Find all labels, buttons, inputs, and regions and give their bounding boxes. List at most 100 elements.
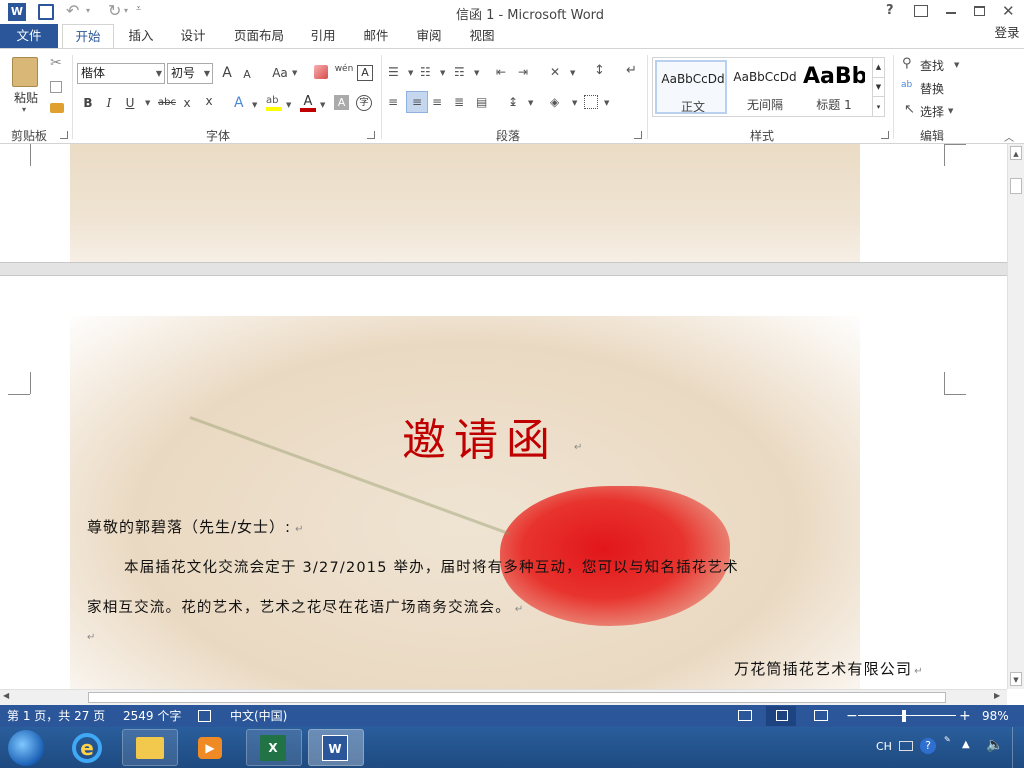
change-case-button[interactable]: Aa bbox=[268, 63, 292, 83]
tab-page-layout[interactable]: 页面布局 bbox=[226, 24, 292, 48]
highlight-icon[interactable]: ab bbox=[266, 95, 282, 111]
grow-font-button[interactable]: A bbox=[218, 63, 236, 83]
styles-scroll-up-icon[interactable]: ▲ bbox=[872, 58, 884, 77]
font-name-combo[interactable]: 楷体 ▼ bbox=[77, 63, 165, 84]
chinese-layout-icon[interactable]: ✕ bbox=[550, 65, 560, 79]
scroll-up-icon[interactable]: ▲ bbox=[1010, 146, 1022, 160]
find-icon[interactable]: ⚲ bbox=[902, 56, 912, 71]
text-effects-dropdown-icon[interactable]: ▼ bbox=[252, 101, 257, 109]
tab-references[interactable]: 引用 bbox=[302, 24, 344, 48]
shading-icon[interactable]: ◈ bbox=[550, 95, 559, 109]
tab-file[interactable]: 文件 bbox=[0, 24, 58, 48]
zoom-slider-thumb[interactable] bbox=[902, 710, 906, 722]
redo-dropdown-icon[interactable]: ▾ bbox=[124, 6, 128, 15]
read-mode-icon[interactable] bbox=[738, 710, 752, 721]
tab-view[interactable]: 视图 bbox=[461, 24, 503, 48]
underline-dropdown-icon[interactable]: ▼ bbox=[145, 99, 150, 107]
replace-icon[interactable]: ab bbox=[901, 80, 912, 90]
help-tray-icon[interactable]: ? bbox=[920, 738, 936, 754]
tray-options-icon[interactable]: ✎ bbox=[944, 735, 951, 744]
numbering-icon[interactable]: ☷ bbox=[420, 65, 431, 79]
character-shading-icon[interactable]: A bbox=[334, 95, 349, 110]
borders-icon[interactable] bbox=[584, 95, 598, 109]
copy-icon[interactable] bbox=[50, 81, 62, 93]
login-link[interactable]: 登录 bbox=[990, 21, 1024, 45]
web-layout-icon[interactable] bbox=[814, 710, 828, 721]
superscript-button[interactable]: x bbox=[202, 91, 216, 111]
subscript-button[interactable]: x bbox=[180, 93, 194, 113]
language-status[interactable]: 中文(中国) bbox=[230, 705, 287, 727]
cut-icon[interactable]: ✂ bbox=[50, 55, 62, 71]
clear-formatting-icon[interactable] bbox=[314, 65, 328, 79]
zoom-in-button[interactable]: + bbox=[959, 705, 971, 727]
format-painter-icon[interactable] bbox=[50, 103, 64, 113]
numbering-dropdown-icon[interactable]: ▼ bbox=[440, 69, 445, 77]
undo-dropdown-icon[interactable]: ▾ bbox=[86, 6, 90, 15]
tab-review[interactable]: 审阅 bbox=[408, 24, 450, 48]
show-desktop-button[interactable] bbox=[1012, 727, 1024, 768]
style-heading-1[interactable]: AaBb 标题 1 bbox=[803, 60, 865, 114]
select-dropdown-icon[interactable]: ▼ bbox=[948, 107, 953, 115]
underline-button[interactable]: U bbox=[122, 93, 138, 113]
scroll-down-icon[interactable]: ▼ bbox=[1010, 672, 1022, 686]
enclose-characters-icon[interactable]: 字 bbox=[356, 95, 372, 111]
select-button[interactable]: 选择 bbox=[920, 103, 944, 120]
line-spacing-dropdown-icon[interactable]: ▼ bbox=[528, 99, 533, 107]
font-launcher-icon[interactable] bbox=[367, 131, 375, 139]
redo-icon[interactable]: ↻ bbox=[108, 1, 121, 20]
find-dropdown-icon[interactable]: ▼ bbox=[954, 61, 959, 69]
document-area[interactable]: 邀请函 ↵ 尊敬的郭碧落（先生/女士）: ↵ 本届插花文化交流会定于 3/27/2… bbox=[0, 144, 1007, 689]
scroll-thumb[interactable] bbox=[1010, 178, 1022, 194]
paste-dropdown-icon[interactable]: ▾ bbox=[22, 105, 26, 114]
align-center-icon[interactable]: ≡ bbox=[406, 91, 428, 113]
restore-button[interactable] bbox=[974, 6, 985, 16]
show-hidden-icons[interactable]: ▲ bbox=[962, 739, 970, 750]
zoom-out-button[interactable]: − bbox=[846, 705, 858, 727]
bold-button[interactable]: B bbox=[80, 93, 96, 113]
show-marks-icon[interactable]: ↵ bbox=[626, 63, 637, 78]
styles-more-icon[interactable]: ▾ bbox=[872, 96, 884, 116]
help-button[interactable]: ? bbox=[886, 3, 894, 18]
multilevel-list-icon[interactable]: ☶ bbox=[454, 65, 465, 79]
align-right-icon[interactable]: ≡ bbox=[432, 95, 442, 109]
bullets-icon[interactable]: ☰ bbox=[388, 65, 399, 79]
scroll-left-icon[interactable]: ◀ bbox=[3, 691, 9, 700]
tab-home[interactable]: 开始 bbox=[62, 24, 114, 49]
customize-quick-access-icon[interactable]: ⩡ bbox=[136, 4, 141, 14]
multilevel-list-dropdown-icon[interactable]: ▼ bbox=[474, 69, 479, 77]
paste-icon[interactable] bbox=[12, 57, 38, 87]
chinese-layout-dropdown-icon[interactable]: ▼ bbox=[570, 69, 575, 77]
zoom-slider-track[interactable] bbox=[858, 715, 956, 716]
decrease-indent-icon[interactable]: ⇤ bbox=[496, 65, 506, 79]
shading-dropdown-icon[interactable]: ▼ bbox=[572, 99, 577, 107]
styles-launcher-icon[interactable] bbox=[881, 131, 889, 139]
italic-button[interactable]: I bbox=[101, 93, 117, 113]
tab-design[interactable]: 设计 bbox=[172, 24, 214, 48]
word-icon[interactable]: W bbox=[8, 3, 26, 21]
font-size-combo[interactable]: 初号 ▼ bbox=[167, 63, 213, 84]
align-left-icon[interactable]: ≡ bbox=[388, 95, 398, 109]
change-case-dropdown-icon[interactable]: ▼ bbox=[292, 69, 297, 77]
save-icon[interactable] bbox=[38, 4, 54, 20]
bullets-dropdown-icon[interactable]: ▼ bbox=[408, 69, 413, 77]
select-icon[interactable]: ↖ bbox=[904, 102, 915, 117]
styles-scroll-down-icon[interactable]: ▼ bbox=[872, 77, 884, 96]
zoom-level[interactable]: 98% bbox=[982, 705, 1009, 727]
tray-language[interactable]: CH bbox=[876, 740, 892, 753]
style-normal[interactable]: AaBbCcDd 正文 bbox=[655, 60, 727, 114]
page-count[interactable]: 第 1 页，共 27 页 bbox=[7, 705, 105, 727]
collapse-ribbon-icon[interactable]: ︿ bbox=[1004, 129, 1014, 144]
horizontal-scroll-thumb[interactable] bbox=[88, 692, 946, 703]
line-spacing-icon[interactable]: ↨ bbox=[508, 95, 518, 109]
replace-button[interactable]: 替换 bbox=[920, 80, 944, 97]
horizontal-scrollbar[interactable]: ◀ ▶ bbox=[0, 689, 1007, 705]
ie-icon[interactable]: e bbox=[72, 733, 102, 763]
strikethrough-button[interactable]: abc bbox=[156, 93, 178, 113]
word-count[interactable]: 2549 个字 bbox=[123, 705, 181, 727]
justify-icon[interactable]: ≣ bbox=[454, 95, 464, 109]
paragraph-launcher-icon[interactable] bbox=[634, 131, 642, 139]
volume-icon[interactable]: 🔈 bbox=[986, 737, 1003, 753]
distributed-icon[interactable]: ▤ bbox=[476, 95, 487, 109]
increase-indent-icon[interactable]: ⇥ bbox=[518, 65, 528, 79]
borders-dropdown-icon[interactable]: ▼ bbox=[604, 99, 609, 107]
